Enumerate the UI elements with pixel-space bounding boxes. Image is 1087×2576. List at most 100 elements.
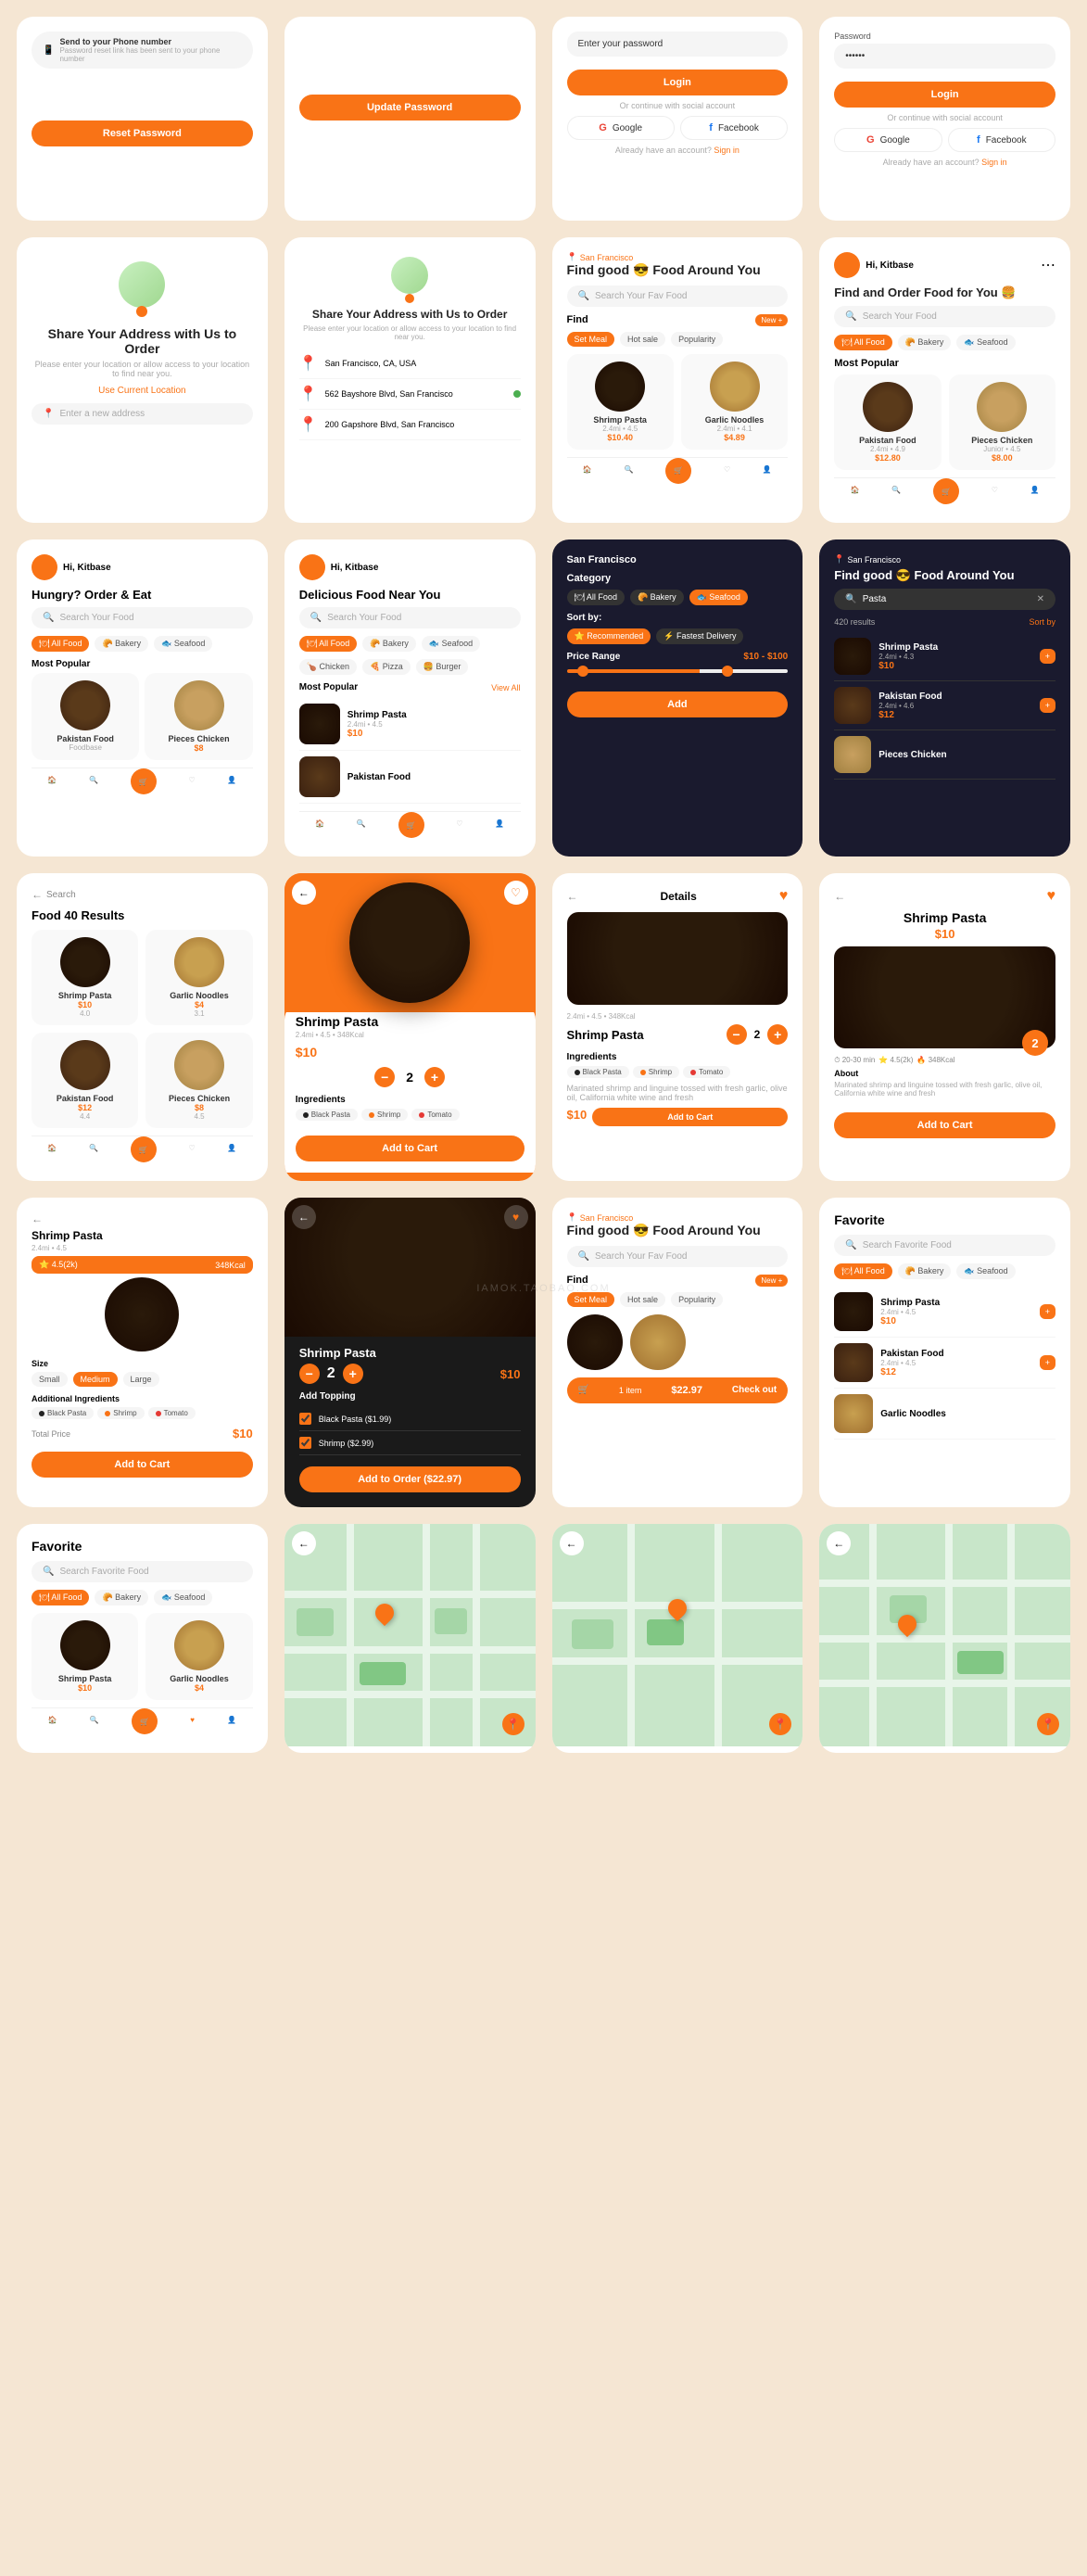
fav-noodles[interactable]: Garlic Noodles — [834, 1389, 1055, 1440]
facebook-login-button[interactable]: f Facebook — [680, 116, 788, 140]
hungry-chicken[interactable]: Pieces Chicken $8 — [145, 673, 252, 760]
filter-seafood[interactable]: 🐟 Seafood — [689, 590, 748, 605]
pill-seafood[interactable]: 🐟 Seafood — [956, 335, 1015, 350]
sr-pakistan[interactable]: Pakistan Food $12 4.4 — [32, 1033, 138, 1128]
google-login-button[interactable]: G Google — [567, 116, 675, 140]
qty-plus[interactable]: + — [424, 1067, 445, 1087]
pill-pizza[interactable]: 🍕 Pizza — [362, 659, 411, 675]
fav2-noodles[interactable]: Garlic Noodles $4 — [145, 1613, 252, 1700]
filter-add-button[interactable]: Add — [567, 692, 789, 717]
pill-bakery[interactable]: 🥐 Bakery — [898, 335, 952, 350]
menu-icon[interactable]: ⋯ — [1041, 256, 1055, 274]
nav-profile-2[interactable]: 👤 — [1030, 486, 1040, 504]
sort-by-btn[interactable]: Sort by — [1029, 617, 1055, 627]
pill-seafood-hungry[interactable]: 🐟 Seafood — [154, 636, 212, 652]
slider-thumb-left[interactable] — [577, 666, 588, 677]
login-button[interactable]: Login — [567, 70, 789, 95]
fav2-all[interactable]: 🍽 All Food — [32, 1590, 89, 1605]
pasta-search[interactable]: 🔍 Pasta ✕ — [834, 589, 1055, 610]
pill-all-food[interactable]: 🍽 All Food — [834, 335, 891, 350]
add-order-btn[interactable]: Add to Order ($22.97) — [299, 1466, 521, 1492]
nav-home-2[interactable]: 🏠 — [851, 486, 860, 504]
pill-popularity[interactable]: Popularity — [671, 332, 723, 347]
pasta-add-cart[interactable]: Add to Cart — [834, 1112, 1055, 1138]
nav-cart-fab-2[interactable]: 🛒 — [933, 478, 959, 504]
cart-bar-search[interactable]: 🔍 Search Your Fav Food — [567, 1246, 789, 1267]
add-btn-result1[interactable]: + — [1040, 649, 1055, 664]
sr-noodles[interactable]: Garlic Noodles $4 3.1 — [145, 930, 252, 1025]
fav-shrimp[interactable]: Shrimp Pasta 2.4mi • 4.5 $10 + — [834, 1287, 1055, 1338]
fav2-bakery[interactable]: 🥐 Bakery — [95, 1590, 148, 1605]
fav2-seafood[interactable]: 🐟 Seafood — [154, 1590, 212, 1605]
map-back-2[interactable]: ← — [560, 1531, 584, 1555]
fav-add-1[interactable]: + — [1040, 1304, 1055, 1319]
clear-icon[interactable]: ✕ — [1037, 594, 1044, 604]
back-btn-topping[interactable]: ← — [292, 1205, 316, 1229]
del-food-1[interactable]: Shrimp Pasta 2.4mi • 4.5 $10 — [299, 698, 521, 751]
google-login-btn2[interactable]: G Google — [834, 128, 942, 152]
nav-heart-2[interactable]: ♡ — [992, 486, 998, 504]
pill-bakery-del[interactable]: 🥐 Bakery — [362, 636, 416, 652]
location-item-2[interactable]: 📍 562 Bayshore Blvd, San Francisco — [299, 379, 521, 410]
pill-hotsale-cart[interactable]: Hot sale — [620, 1292, 665, 1307]
nav-search[interactable]: 🔍 — [625, 465, 634, 484]
hungry-pak[interactable]: Pakistan Food Foodbase — [32, 673, 139, 760]
heart-pasta[interactable]: ♥ — [1047, 888, 1056, 905]
pill-seafood-del[interactable]: 🐟 Seafood — [422, 636, 480, 652]
fav-all[interactable]: 🍽 All Food — [834, 1263, 891, 1279]
topping-minus[interactable]: − — [299, 1364, 320, 1384]
price-slider[interactable] — [567, 669, 789, 673]
back-btn-hero[interactable]: ← — [292, 881, 316, 905]
hungry-search[interactable]: 🔍 Search Your Food — [32, 607, 253, 628]
fav2-search[interactable]: 🔍 Search Favorite Food — [32, 1561, 253, 1582]
pill-chicken[interactable]: 🍗 Chicken — [299, 659, 357, 675]
use-location-link[interactable]: Use Current Location — [32, 386, 253, 396]
size-large[interactable]: Large — [123, 1372, 159, 1387]
food-pieces-chicken[interactable]: Pieces Chicken Junior • 4.5 $8.00 — [949, 374, 1055, 470]
reset-password-button[interactable]: Reset Password — [32, 121, 253, 146]
back-arrow-search[interactable]: ← — [32, 888, 43, 901]
back-arrow-pasta[interactable]: ← — [834, 890, 845, 903]
pill-all-del[interactable]: 🍽 All Food — [299, 636, 357, 652]
fav-pakistan[interactable]: Pakistan Food 2.4mi • 4.5 $12 + — [834, 1338, 1055, 1389]
pill-set-meal[interactable]: Set Meal — [567, 332, 615, 347]
nav-heart[interactable]: ♡ — [724, 465, 730, 484]
map-location-btn-2[interactable]: 📍 — [769, 1713, 791, 1735]
fav-add-2[interactable]: + — [1040, 1355, 1055, 1370]
favorites-search[interactable]: 🔍 Search Favorite Food — [834, 1235, 1055, 1256]
slider-thumb-right[interactable] — [722, 666, 733, 677]
size-add-cart[interactable]: Add to Cart — [32, 1452, 253, 1478]
sort-recommended[interactable]: ⭐ Recommended — [567, 628, 651, 644]
checkout-link[interactable]: Check out — [732, 1385, 777, 1395]
map-location-btn-3[interactable]: 📍 — [1037, 1713, 1059, 1735]
pill-burger[interactable]: 🍔 Burger — [416, 659, 469, 675]
details-plus[interactable]: + — [767, 1024, 788, 1045]
fav-seafood[interactable]: 🐟 Seafood — [956, 1263, 1015, 1279]
del-food-2[interactable]: Pakistan Food — [299, 751, 521, 804]
password-input[interactable]: •••••• — [834, 44, 1055, 69]
enter-address-bar[interactable]: 📍 Enter a new address — [32, 403, 253, 425]
email-input[interactable]: Enter your password — [567, 32, 789, 57]
update-password-button[interactable]: Update Password — [299, 95, 521, 121]
delicious-search[interactable]: 🔍 Search Your Food — [299, 607, 521, 628]
pill-bakery-hungry[interactable]: 🥐 Bakery — [95, 636, 148, 652]
sort-fastest[interactable]: ⚡ Fastest Delivery — [656, 628, 743, 644]
details-minus[interactable]: − — [727, 1024, 747, 1045]
find-order-search[interactable]: 🔍 Search Your Food — [834, 306, 1055, 327]
back-arrow-size[interactable]: ← — [32, 1212, 43, 1225]
signin-link[interactable]: Sign in — [714, 146, 739, 155]
fav2-shrimp[interactable]: Shrimp Pasta $10 — [32, 1613, 138, 1700]
add-to-cart-btn[interactable]: Add to Cart — [296, 1136, 525, 1161]
topping-plus[interactable]: + — [343, 1364, 363, 1384]
nav-profile[interactable]: 👤 — [763, 465, 772, 484]
topping-2[interactable]: Shrimp ($2.99) — [299, 1431, 521, 1455]
map-back-3[interactable]: ← — [827, 1531, 851, 1555]
qty-minus[interactable]: − — [374, 1067, 395, 1087]
pill-all-hungry[interactable]: 🍽 All Food — [32, 636, 89, 652]
sr-chicken[interactable]: Pieces Chicken $8 4.5 — [145, 1033, 252, 1128]
nav-cart-fab[interactable]: 🛒 — [665, 458, 691, 484]
result-shrimp[interactable]: Shrimp Pasta 2.4mi • 4.3 $10 + — [834, 632, 1055, 681]
filter-all-food[interactable]: 🍽 All Food — [567, 590, 625, 605]
pill-setmeal-cart[interactable]: Set Meal — [567, 1292, 615, 1307]
find-food-search[interactable]: 🔍 Search Your Fav Food — [567, 286, 789, 307]
